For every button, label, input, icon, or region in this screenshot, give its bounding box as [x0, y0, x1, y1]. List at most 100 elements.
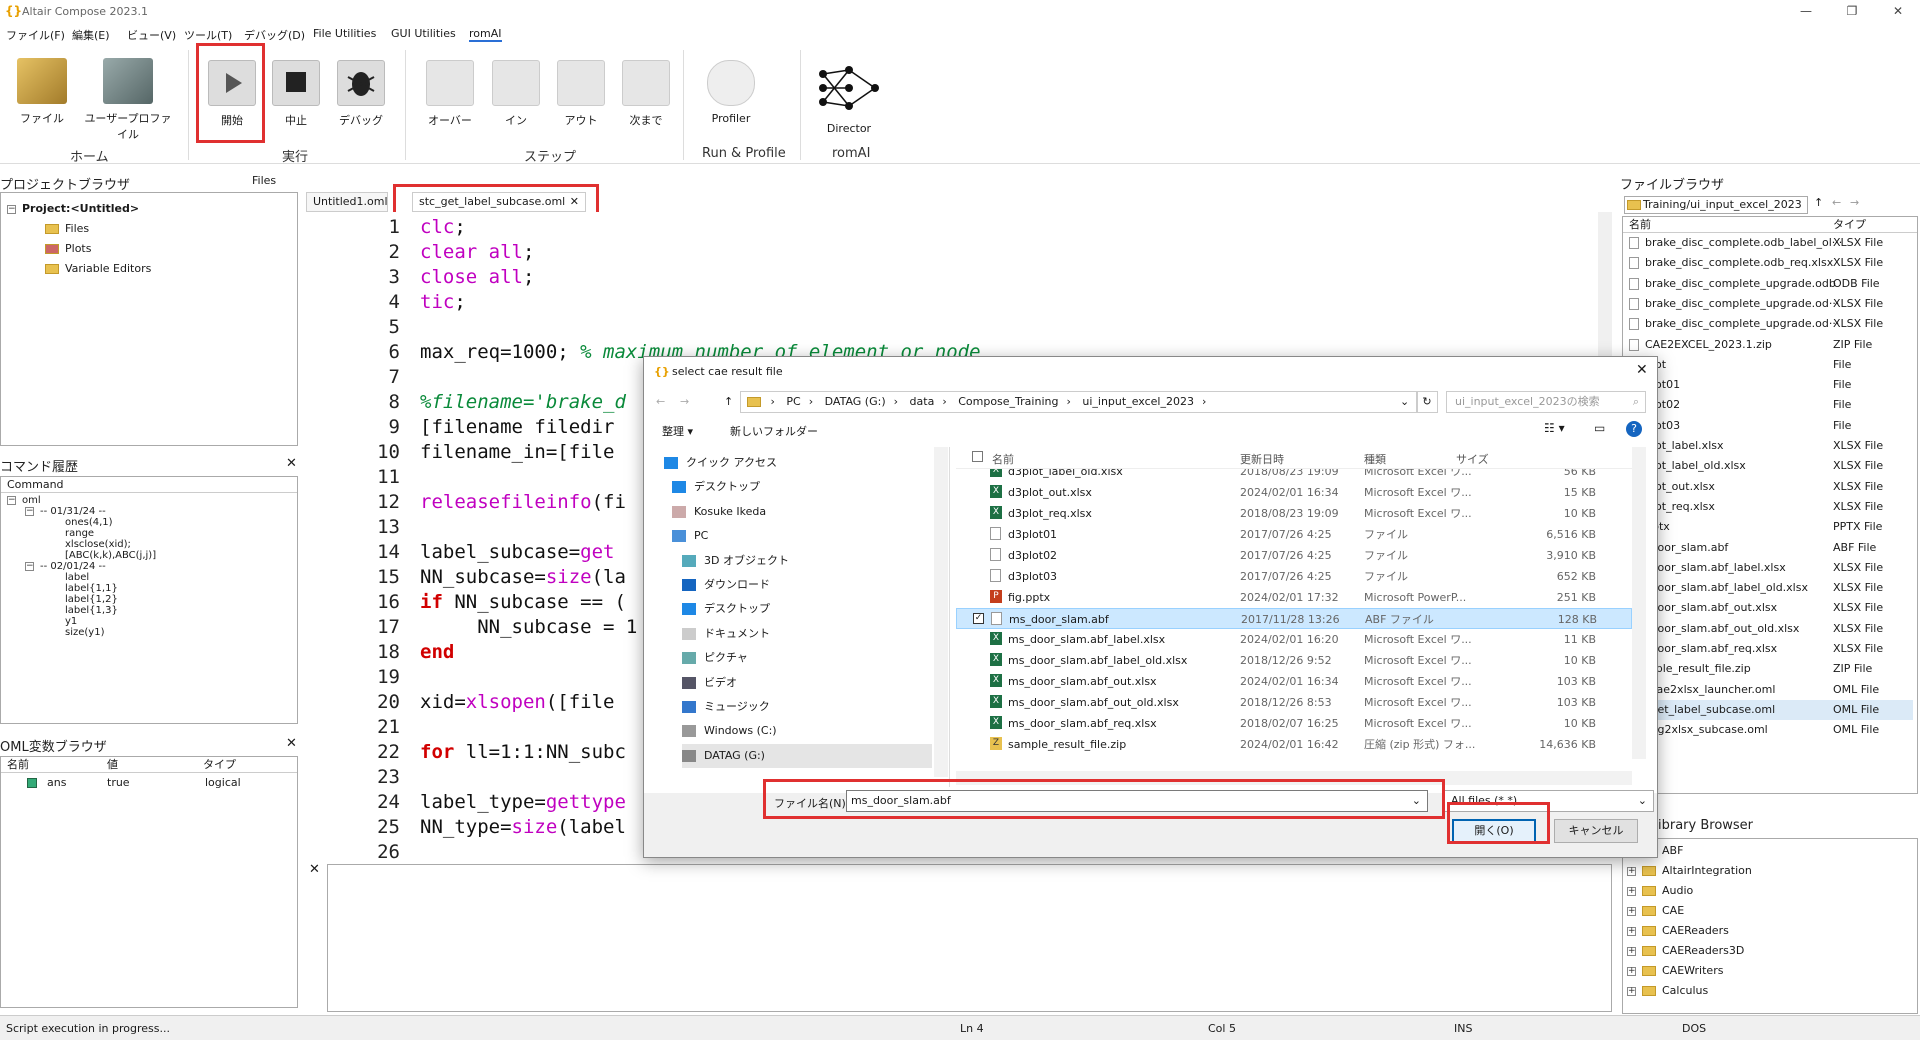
- step-over-button[interactable]: オーバー: [420, 60, 480, 128]
- history-command[interactable]: range: [7, 528, 297, 539]
- nav-item[interactable]: ダウンロード: [682, 573, 770, 597]
- history-command[interactable]: y1: [7, 616, 297, 627]
- history-command[interactable]: label{1,1}: [7, 583, 297, 594]
- fb-file-row[interactable]: _door_slam.abf_req.xlsx XLSX File: [1623, 639, 1913, 659]
- col-name[interactable]: 名前: [992, 451, 1014, 467]
- menu-edit[interactable]: 編集(E): [72, 27, 110, 43]
- user-profile-button[interactable]: ユーザープロファイル: [82, 58, 174, 142]
- history-command[interactable]: ones(4,1): [7, 517, 297, 528]
- help-icon[interactable]: ?: [1626, 421, 1642, 437]
- nav-item[interactable]: ドキュメント: [682, 622, 770, 646]
- dialog-close-icon[interactable]: ✕: [1636, 362, 1648, 378]
- collapse-icon[interactable]: −: [7, 495, 16, 505]
- stop-button[interactable]: 中止: [269, 60, 323, 128]
- preview-pane-icon[interactable]: ▭: [1594, 421, 1605, 435]
- library-item[interactable]: +ABF: [1627, 841, 1917, 861]
- fb-file-row[interactable]: _door_slam.abf_out_old.xlsx XLSX File: [1623, 619, 1913, 639]
- fb-file-row[interactable]: pptxPPTX File: [1623, 517, 1913, 537]
- search-input[interactable]: ui_input_excel_2023の検索 ⌕: [1446, 391, 1646, 413]
- history-command[interactable]: [ABC(k,k),ABC(j,j)]: [7, 550, 297, 561]
- step-out-button[interactable]: アウト: [552, 60, 610, 128]
- fb-file-row[interactable]: plot_req.xlsx XLSX File: [1623, 497, 1913, 517]
- var-col-type[interactable]: タイプ: [203, 757, 236, 773]
- menu-tools[interactable]: ツール(T): [184, 27, 232, 43]
- view-options-icon[interactable]: ☷ ▾: [1544, 421, 1565, 435]
- menu-romai[interactable]: romAI: [469, 27, 502, 42]
- nav-item[interactable]: 3D オブジェクト: [682, 549, 789, 573]
- fb-file-row[interactable]: plot_label.xlsx XLSX File: [1623, 436, 1913, 456]
- file-row[interactable]: d3plot01 2017/07/26 4:25 ファイル 6,516 KB: [956, 524, 1632, 545]
- menu-debug[interactable]: デバッグ(D): [244, 27, 305, 43]
- fb-file-row[interactable]: plot_out.xlsx XLSX File: [1623, 477, 1913, 497]
- fb-col-name[interactable]: 名前: [1629, 217, 1651, 233]
- file-button[interactable]: ファイル: [12, 58, 72, 126]
- fb-file-row[interactable]: plot_label_old.xlsx XLSX File: [1623, 456, 1913, 476]
- project-files[interactable]: Files: [7, 219, 297, 239]
- library-item[interactable]: + Calculus: [1627, 981, 1917, 1001]
- fb-file-row[interactable]: plot03 File: [1623, 416, 1913, 436]
- fb-file-row[interactable]: brake_disc_complete.odb_req.xlsx XLSX Fil…: [1623, 253, 1913, 273]
- fb-file-row[interactable]: _cae2xlsx_launcher.oml OML File: [1623, 680, 1913, 700]
- menu-gui-utilities[interactable]: GUI Utilities: [391, 27, 456, 40]
- history-date-group[interactable]: − -- 01/31/24 --: [7, 506, 297, 517]
- nav-item[interactable]: DATAG (G:): [682, 743, 932, 768]
- fb-file-row[interactable]: brake_disc_complete_upgrade.odb ODB File: [1623, 274, 1913, 294]
- debug-button[interactable]: デバッグ: [333, 60, 389, 128]
- close-window-button[interactable]: ✕: [1875, 0, 1920, 24]
- project-plots[interactable]: Plots: [7, 239, 297, 259]
- crumb-drive[interactable]: DATAG (G:): [825, 395, 886, 408]
- forward-arrow-icon[interactable]: →: [680, 395, 689, 408]
- address-bar[interactable]: › PC › DATAG (G:) › data › Compose_Training…: [740, 391, 1418, 413]
- history-root[interactable]: − oml: [7, 495, 297, 506]
- expand-icon[interactable]: +: [1627, 886, 1636, 896]
- expand-icon[interactable]: +: [1627, 966, 1636, 976]
- expand-icon[interactable]: +: [1627, 986, 1636, 996]
- library-item[interactable]: + CAEWriters: [1627, 961, 1917, 981]
- library-item[interactable]: + AltairIntegration: [1627, 861, 1917, 881]
- fb-file-row[interactable]: brake_disc_complete_upgrade.od··· XLSX Fi…: [1623, 294, 1913, 314]
- nav-item[interactable]: PC: [672, 524, 708, 548]
- refresh-icon[interactable]: ↻: [1416, 391, 1438, 413]
- restore-button[interactable]: ❐: [1829, 0, 1875, 24]
- fb-file-row[interactable]: _door_slam.abf_out.xlsx XLSX File: [1623, 598, 1913, 618]
- nav-item[interactable]: ピクチャ: [682, 646, 748, 670]
- up-arrow-icon[interactable]: ↑: [724, 395, 733, 408]
- history-date-group[interactable]: − -- 02/01/24 --: [7, 561, 297, 572]
- expand-icon[interactable]: +: [1627, 866, 1636, 876]
- fb-file-row[interactable]: CAE2EXCEL_2023.1.zip ZIP File: [1623, 335, 1913, 355]
- minimize-button[interactable]: —: [1783, 0, 1829, 24]
- select-all-checkbox[interactable]: [972, 451, 983, 462]
- menu-file[interactable]: ファイル(F): [6, 27, 65, 43]
- crumb-folder[interactable]: ui_input_excel_2023: [1082, 395, 1194, 408]
- fb-file-row[interactable]: brake_disc_complete.odb_label_ol··· XLSX …: [1623, 233, 1913, 253]
- file-row[interactable]: Xms_door_slam.abf_label_old.xlsx 2018/12/…: [956, 650, 1632, 671]
- library-item[interactable]: + Audio: [1627, 881, 1917, 901]
- back-arrow-icon[interactable]: ←: [656, 395, 665, 408]
- file-row[interactable]: Xd3plot_label_old.xlsx 2018/08/23 19:09 Mi…: [956, 469, 1632, 482]
- menu-view[interactable]: ビュー(V): [127, 27, 176, 43]
- history-command[interactable]: label{1,2}: [7, 594, 297, 605]
- cancel-button[interactable]: キャンセル: [1554, 819, 1638, 843]
- variable-row[interactable]: ans true logical: [1, 773, 297, 793]
- file-row[interactable]: Pfig.pptx 2024/02/01 17:32 Microsoft Power…: [956, 587, 1632, 608]
- forward-arrow-icon[interactable]: →: [1850, 196, 1859, 209]
- fb-col-type[interactable]: タイプ: [1833, 217, 1866, 233]
- nav-scrollbar[interactable]: [934, 447, 948, 777]
- nav-item[interactable]: ミュージック: [682, 695, 770, 719]
- close-icon[interactable]: ✕: [286, 736, 297, 751]
- output-console[interactable]: [327, 864, 1612, 1012]
- collapse-icon[interactable]: −: [25, 506, 34, 516]
- var-col-value[interactable]: 値: [107, 757, 118, 773]
- project-variable-editors[interactable]: Variable Editors: [7, 259, 297, 279]
- file-scrollbar[interactable]: [1632, 447, 1646, 759]
- row-checkbox[interactable]: ✓: [973, 613, 984, 624]
- file-row[interactable]: Xd3plot_req.xlsx 2018/08/23 19:09 Microsof…: [956, 503, 1632, 524]
- file-row[interactable]: d3plot03 2017/07/26 4:25 ファイル 652 KB: [956, 566, 1632, 587]
- back-arrow-icon[interactable]: ←: [1832, 196, 1841, 209]
- fb-file-row[interactable]: _door_slam.abf ABF File: [1623, 538, 1913, 558]
- library-item[interactable]: + CAEReaders: [1627, 921, 1917, 941]
- profiler-button[interactable]: Profiler: [700, 60, 762, 125]
- expand-icon[interactable]: +: [1627, 926, 1636, 936]
- nav-item[interactable]: Kosuke Ikeda: [672, 500, 766, 524]
- file-row[interactable]: Xms_door_slam.abf_out_old.xlsx 2018/12/26…: [956, 692, 1632, 713]
